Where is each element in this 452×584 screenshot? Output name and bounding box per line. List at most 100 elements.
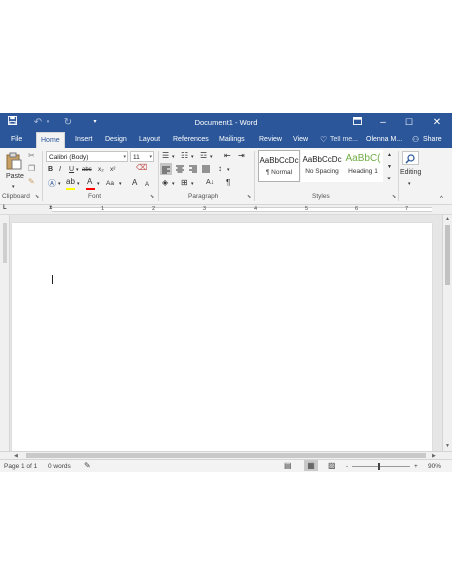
maximize-button[interactable]: ☐ — [402, 113, 416, 132]
tab-view[interactable]: View — [293, 132, 308, 148]
cut-icon[interactable]: ✂ — [28, 151, 35, 161]
styles-launcher-icon[interactable]: ⬊ — [392, 194, 396, 200]
sort-icon[interactable]: A↓ — [206, 178, 214, 188]
zoom-level[interactable]: 90% — [428, 461, 441, 472]
tab-home[interactable]: Home — [36, 132, 65, 148]
zoom-slider-thumb[interactable] — [378, 463, 380, 470]
numbering-dropdown-icon[interactable]: ▾ — [191, 152, 194, 162]
tab-layout[interactable]: Layout — [139, 132, 160, 148]
proofing-icon[interactable]: ✎ — [84, 460, 91, 471]
borders-dropdown-icon[interactable]: ▾ — [191, 179, 194, 189]
underline-button[interactable]: U — [69, 165, 74, 175]
tab-selector[interactable]: L — [3, 205, 7, 211]
tell-me-input[interactable]: Tell me... — [330, 132, 358, 148]
align-right-icon[interactable] — [187, 163, 199, 175]
paste-button[interactable] — [6, 152, 22, 174]
page-count[interactable]: Page 1 of 1 — [4, 461, 37, 472]
borders-icon[interactable]: ⊞ — [181, 178, 188, 188]
scroll-down-icon[interactable]: ▼ — [445, 443, 450, 449]
style-normal[interactable]: AaBbCcDc ¶ Normal — [258, 150, 300, 182]
multilevel-dropdown-icon[interactable]: ▾ — [210, 152, 213, 162]
font-size-select[interactable]: 11 ▾ — [130, 151, 154, 162]
styles-scroll-down-icon[interactable]: ▼ — [387, 162, 392, 172]
editing-button[interactable]: Editing — [400, 168, 421, 178]
shrink-font-button[interactable]: A — [145, 180, 149, 190]
show-formatting-button[interactable]: ¶ — [226, 178, 230, 188]
redo-icon[interactable]: ↻ — [62, 113, 74, 132]
account-name[interactable]: Olenna M... — [366, 132, 402, 148]
highlight-dropdown-icon[interactable]: ▾ — [77, 179, 80, 189]
underline-dropdown-icon[interactable]: ▾ — [76, 165, 79, 175]
undo-icon[interactable]: ↶ — [32, 113, 44, 132]
tab-references[interactable]: References — [173, 132, 209, 148]
zoom-in-button[interactable]: + — [414, 461, 418, 472]
bold-button[interactable]: B — [48, 165, 53, 175]
numbering-icon[interactable]: ☷ — [181, 151, 188, 161]
find-button[interactable] — [402, 151, 419, 165]
zoom-slider[interactable] — [352, 466, 410, 467]
undo-dropdown-icon[interactable]: ▾ — [44, 113, 52, 132]
increase-indent-icon[interactable]: ⇥ — [238, 151, 245, 161]
clear-formatting-icon[interactable]: ⌫ — [136, 163, 147, 173]
bullets-icon[interactable]: ☰ — [162, 151, 169, 161]
shading-dropdown-icon[interactable]: ▾ — [172, 179, 175, 189]
highlight-icon[interactable]: ab — [66, 177, 75, 187]
lightbulb-icon[interactable]: ♡ — [320, 132, 327, 148]
style-no-spacing[interactable]: AaBbCcDc No Spacing — [301, 150, 343, 182]
vertical-scroll-thumb[interactable] — [445, 225, 450, 285]
paste-dropdown-icon[interactable]: ▾ — [12, 182, 15, 192]
tab-file[interactable]: File — [11, 132, 22, 148]
paste-label[interactable]: Paste — [6, 172, 24, 182]
copy-icon[interactable]: ❐ — [28, 164, 35, 174]
horizontal-scrollbar[interactable]: ◀ ▶ — [0, 451, 452, 459]
shading-icon[interactable]: ◈ — [162, 178, 168, 188]
scroll-up-icon[interactable]: ▲ — [445, 216, 450, 222]
word-count[interactable]: 0 words — [48, 461, 71, 472]
tab-review[interactable]: Review — [259, 132, 282, 148]
subscript-button[interactable]: x₂ — [98, 165, 104, 175]
print-layout-icon[interactable]: ▦ — [304, 460, 318, 471]
document-page[interactable] — [12, 223, 432, 453]
paragraph-launcher-icon[interactable]: ⬊ — [247, 194, 251, 200]
font-family-select[interactable]: Calibri (Body) ▾ — [46, 151, 128, 162]
tab-insert[interactable]: Insert — [75, 132, 93, 148]
styles-more-icon[interactable]: ⏷ — [387, 174, 391, 184]
font-color-dropdown-icon[interactable]: ▾ — [97, 179, 100, 189]
font-color-icon[interactable]: A — [87, 177, 92, 187]
customize-quick-access-icon[interactable]: ▾ — [90, 113, 100, 132]
change-case-button[interactable]: Aa — [106, 179, 114, 189]
bullets-dropdown-icon[interactable]: ▾ — [172, 152, 175, 162]
change-case-dropdown-icon[interactable]: ▾ — [119, 179, 122, 189]
indent-marker-icon[interactable]: ⧗ — [49, 205, 53, 211]
tab-mailings[interactable]: Mailings — [219, 132, 245, 148]
save-icon[interactable] — [6, 113, 18, 132]
clipboard-launcher-icon[interactable]: ⬊ — [35, 194, 39, 200]
text-effects-icon[interactable]: Ⓐ — [48, 179, 56, 189]
web-layout-icon[interactable]: ▨ — [328, 460, 336, 471]
collapse-ribbon-icon[interactable]: ^ — [440, 194, 443, 204]
vertical-scrollbar[interactable]: ▲ ▼ — [442, 215, 452, 451]
styles-scroll-up-icon[interactable]: ▲ — [387, 150, 392, 160]
format-painter-icon[interactable]: ✎ — [28, 177, 35, 187]
align-center-icon[interactable] — [174, 163, 186, 175]
font-launcher-icon[interactable]: ⬊ — [150, 194, 154, 200]
italic-button[interactable]: I — [59, 165, 61, 175]
line-spacing-icon[interactable]: ↕ — [218, 164, 222, 174]
decrease-indent-icon[interactable]: ⇤ — [224, 151, 231, 161]
close-button[interactable]: ✕ — [430, 113, 444, 132]
superscript-button[interactable]: x² — [110, 165, 115, 175]
style-heading-1[interactable]: AaBbC( Heading 1 — [343, 150, 383, 182]
strikethrough-button[interactable]: abc — [82, 165, 92, 175]
tab-design[interactable]: Design — [105, 132, 127, 148]
share-button[interactable]: Share — [423, 132, 442, 148]
align-left-button[interactable] — [160, 163, 172, 175]
minimize-button[interactable]: – — [376, 113, 390, 132]
line-spacing-dropdown-icon[interactable]: ▾ — [227, 165, 230, 175]
grow-font-button[interactable]: A — [132, 178, 137, 188]
zoom-out-button[interactable]: - — [346, 461, 348, 472]
text-effects-dropdown-icon[interactable]: ▾ — [58, 179, 61, 189]
justify-icon[interactable] — [200, 163, 212, 175]
read-mode-icon[interactable]: ▤ — [284, 460, 292, 471]
horizontal-scroll-thumb[interactable] — [26, 453, 426, 458]
editing-dropdown-icon[interactable]: ▾ — [408, 179, 411, 189]
